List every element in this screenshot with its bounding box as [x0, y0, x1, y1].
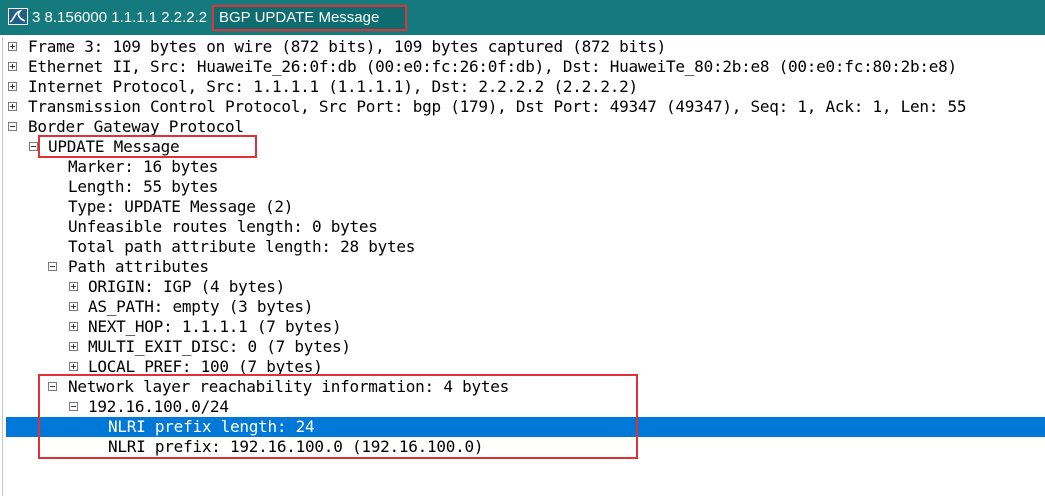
expand-icon[interactable]	[69, 342, 78, 351]
tree-row-label: Ethernet II, Src: HuaweiTe_26:0f:db (00:…	[28, 57, 957, 76]
tree-row-label: Transmission Control Protocol, Src Port:…	[28, 97, 967, 116]
expand-icon[interactable]	[69, 302, 78, 311]
tree-row[interactable]: Ethernet II, Src: HuaweiTe_26:0f:db (00:…	[0, 57, 1045, 77]
tree-row[interactable]: Length: 55 bytes	[0, 177, 1045, 197]
tree-row-label: Marker: 16 bytes	[68, 157, 219, 176]
tree-row-label: Internet Protocol, Src: 1.1.1.1 (1.1.1.1…	[28, 77, 638, 96]
tree-row-label: AS_PATH: empty (3 bytes)	[88, 297, 314, 316]
tree-row-label: Type: UPDATE Message (2)	[68, 197, 294, 216]
tree-row-label: Unfeasible routes length: 0 bytes	[68, 217, 378, 236]
tree-row-label: Length: 55 bytes	[68, 177, 219, 196]
tree-row-label: Border Gateway Protocol	[28, 117, 244, 136]
tree-row-label: ORIGIN: IGP (4 bytes)	[88, 277, 286, 296]
tree-row[interactable]: AS_PATH: empty (3 bytes)	[0, 297, 1045, 317]
expand-icon[interactable]	[8, 62, 17, 71]
tree-row[interactable]: Border Gateway Protocol	[0, 117, 1045, 137]
tree-row[interactable]: Type: UPDATE Message (2)	[0, 197, 1045, 217]
tree-row-label: MULTI_EXIT_DISC: 0 (7 bytes)	[88, 337, 351, 356]
tree-row[interactable]: Transmission Control Protocol, Src Port:…	[0, 97, 1045, 117]
tree-row-label: NEXT_HOP: 1.1.1.1 (7 bytes)	[88, 317, 342, 336]
wireshark-fin-icon	[8, 8, 28, 25]
tree-row-label: Path attributes	[68, 257, 209, 276]
collapse-icon[interactable]	[48, 262, 57, 271]
tree-row[interactable]: Marker: 16 bytes	[0, 157, 1045, 177]
tree-row[interactable]: MULTI_EXIT_DISC: 0 (7 bytes)	[0, 337, 1045, 357]
nlri-highlight-box	[38, 374, 638, 459]
tree-row-label: Total path attribute length: 28 bytes	[68, 237, 416, 256]
tree-row[interactable]: Internet Protocol, Src: 1.1.1.1 (1.1.1.1…	[0, 77, 1045, 97]
tree-row[interactable]: ORIGIN: IGP (4 bytes)	[0, 277, 1045, 297]
collapse-icon[interactable]	[8, 122, 17, 131]
expand-icon[interactable]	[8, 102, 17, 111]
expand-icon[interactable]	[69, 362, 78, 371]
tree-row[interactable]: Frame 3: 109 bytes on wire (872 bits), 1…	[0, 37, 1045, 57]
update-message-highlight-box	[38, 135, 257, 158]
packet-summary-title: 3 8.156000 1.1.1.1 2.2.2.2	[32, 9, 208, 26]
tree-row[interactable]: Unfeasible routes length: 0 bytes	[0, 217, 1045, 237]
tree-row[interactable]: NEXT_HOP: 1.1.1.1 (7 bytes)	[0, 317, 1045, 337]
expand-icon[interactable]	[69, 282, 78, 291]
tree-row[interactable]: Path attributes	[0, 257, 1045, 277]
tree-row-label: Frame 3: 109 bytes on wire (872 bits), 1…	[28, 37, 667, 56]
expand-icon[interactable]	[69, 322, 78, 331]
collapse-icon[interactable]	[29, 142, 38, 151]
title-bar: 3 8.156000 1.1.1.1 2.2.2.2 BGP UPDATE Me…	[0, 0, 1045, 35]
bgp-update-title-highlight: BGP UPDATE Message	[212, 5, 407, 31]
expand-icon[interactable]	[8, 42, 17, 51]
expand-icon[interactable]	[8, 82, 17, 91]
tree-row[interactable]: Total path attribute length: 28 bytes	[0, 237, 1045, 257]
